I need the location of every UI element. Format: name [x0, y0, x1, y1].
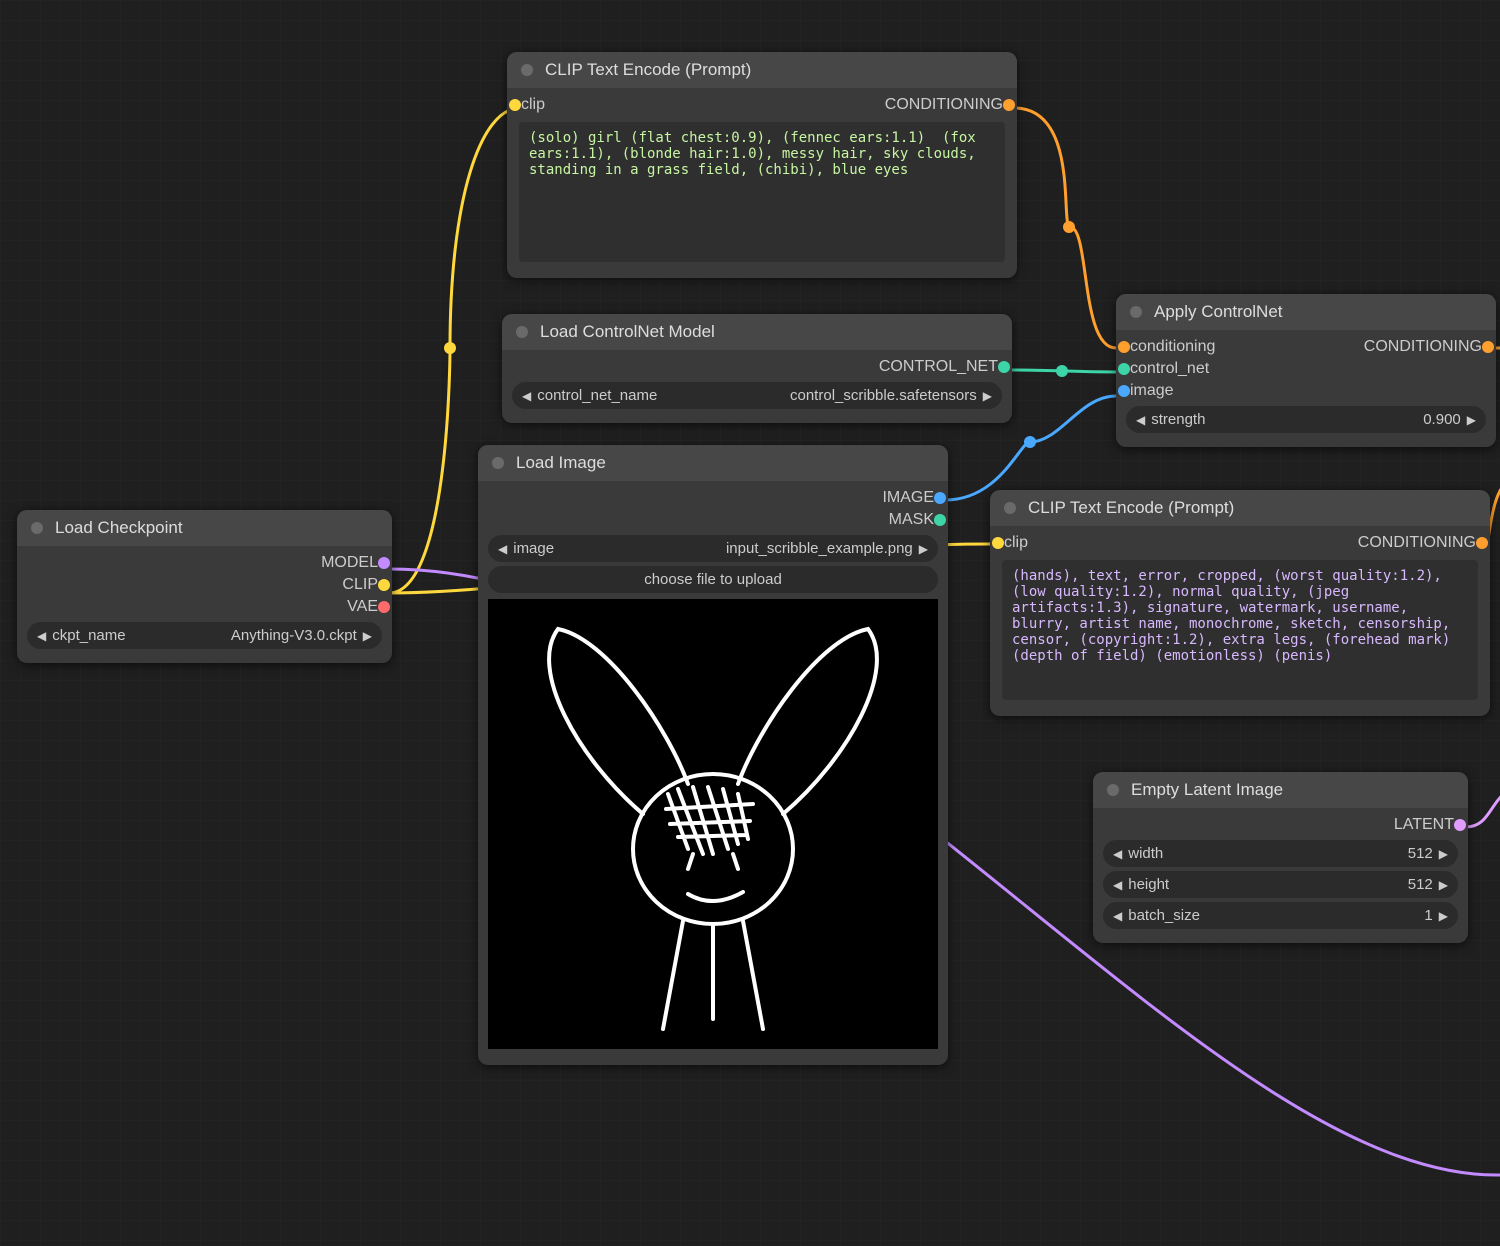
width-widget[interactable]: ◀ width 512 ▶ — [1103, 840, 1458, 867]
collapse-dot-icon[interactable] — [1130, 306, 1142, 318]
scribble-sketch-icon — [488, 599, 938, 1049]
output-mask[interactable]: MASK — [486, 509, 940, 531]
node-title: CLIP Text Encode (Prompt) — [545, 60, 751, 80]
collapse-dot-icon[interactable] — [1004, 502, 1016, 514]
node-load-checkpoint[interactable]: Load Checkpoint MODEL CLIP VAE ◀ ckpt_na… — [17, 510, 392, 663]
node-title: CLIP Text Encode (Prompt) — [1028, 498, 1234, 518]
chevron-left-icon[interactable]: ◀ — [1113, 909, 1122, 923]
node-title: Empty Latent Image — [1131, 780, 1283, 800]
node-empty-latent[interactable]: Empty Latent Image LATENT ◀ width 512 ▶ … — [1093, 772, 1468, 943]
input-image[interactable]: image — [1124, 380, 1488, 402]
chevron-right-icon[interactable]: ▶ — [1467, 413, 1476, 427]
port-vae-icon[interactable] — [378, 601, 390, 613]
chevron-left-icon[interactable]: ◀ — [37, 629, 46, 643]
node-titlebar[interactable]: Apply ControlNet — [1116, 294, 1496, 330]
port-mask-icon[interactable] — [934, 514, 946, 526]
output-conditioning[interactable]: CONDITIONING — [1306, 336, 1488, 358]
node-title: Load Image — [516, 453, 606, 473]
node-titlebar[interactable]: Empty Latent Image — [1093, 772, 1468, 808]
output-image[interactable]: IMAGE — [486, 487, 940, 509]
node-title: Load Checkpoint — [55, 518, 183, 538]
collapse-dot-icon[interactable] — [516, 326, 528, 338]
input-conditioning[interactable]: conditioning — [1124, 336, 1306, 358]
chevron-left-icon[interactable]: ◀ — [1136, 413, 1145, 427]
output-latent[interactable]: LATENT — [1101, 814, 1460, 836]
height-widget[interactable]: ◀ height 512 ▶ — [1103, 871, 1458, 898]
port-conditioning-icon[interactable] — [1003, 99, 1015, 111]
collapse-dot-icon[interactable] — [492, 457, 504, 469]
output-clip[interactable]: CLIP — [25, 574, 384, 596]
node-apply-controlnet[interactable]: Apply ControlNet conditioning CONDITIONI… — [1116, 294, 1496, 447]
port-clip-icon[interactable] — [992, 537, 1004, 549]
chevron-right-icon[interactable]: ▶ — [363, 629, 372, 643]
output-model[interactable]: MODEL — [25, 552, 384, 574]
batch-size-widget[interactable]: ◀ batch_size 1 ▶ — [1103, 902, 1458, 929]
image-name-widget[interactable]: ◀ image input_scribble_example.png ▶ — [488, 535, 938, 562]
output-conditioning[interactable]: CONDITIONING — [1240, 532, 1482, 554]
chevron-right-icon[interactable]: ▶ — [983, 389, 992, 403]
node-title: Load ControlNet Model — [540, 322, 715, 342]
chevron-left-icon[interactable]: ◀ — [1113, 878, 1122, 892]
node-titlebar[interactable]: CLIP Text Encode (Prompt) — [990, 490, 1490, 526]
port-image-icon[interactable] — [1118, 385, 1130, 397]
node-load-image[interactable]: Load Image IMAGE MASK ◀ image input_scri… — [478, 445, 948, 1065]
input-clip[interactable]: clip — [515, 94, 762, 116]
port-conditioning-icon[interactable] — [1476, 537, 1488, 549]
port-model-icon[interactable] — [378, 557, 390, 569]
input-controlnet[interactable]: control_net — [1124, 358, 1488, 380]
chevron-left-icon[interactable]: ◀ — [498, 542, 507, 556]
strength-widget[interactable]: ◀ strength 0.900 ▶ — [1126, 406, 1486, 433]
input-clip[interactable]: clip — [998, 532, 1240, 554]
node-clip-encode-positive[interactable]: CLIP Text Encode (Prompt) clip CONDITION… — [507, 52, 1017, 278]
output-conditioning[interactable]: CONDITIONING — [762, 94, 1009, 116]
node-clip-encode-negative[interactable]: CLIP Text Encode (Prompt) clip CONDITION… — [990, 490, 1490, 716]
collapse-dot-icon[interactable] — [521, 64, 533, 76]
collapse-dot-icon[interactable] — [1107, 784, 1119, 796]
node-title: Apply ControlNet — [1154, 302, 1283, 322]
output-vae[interactable]: VAE — [25, 596, 384, 618]
port-conditioning-icon[interactable] — [1482, 341, 1494, 353]
chevron-right-icon[interactable]: ▶ — [919, 542, 928, 556]
port-controlnet-icon[interactable] — [998, 361, 1010, 373]
chevron-right-icon[interactable]: ▶ — [1439, 878, 1448, 892]
chevron-left-icon[interactable]: ◀ — [522, 389, 531, 403]
upload-button[interactable]: choose file to upload — [488, 566, 938, 593]
port-image-icon[interactable] — [934, 492, 946, 504]
port-clip-icon[interactable] — [378, 579, 390, 591]
port-controlnet-icon[interactable] — [1118, 363, 1130, 375]
collapse-dot-icon[interactable] — [31, 522, 43, 534]
node-load-controlnet[interactable]: Load ControlNet Model CONTROL_NET ◀ cont… — [502, 314, 1012, 423]
chevron-right-icon[interactable]: ▶ — [1439, 909, 1448, 923]
image-preview — [488, 599, 938, 1049]
chevron-right-icon[interactable]: ▶ — [1439, 847, 1448, 861]
controlnet-name-widget[interactable]: ◀ control_net_name control_scribble.safe… — [512, 382, 1002, 409]
port-conditioning-icon[interactable] — [1118, 341, 1130, 353]
node-titlebar[interactable]: Load ControlNet Model — [502, 314, 1012, 350]
ckpt-name-widget[interactable]: ◀ ckpt_name Anything-V3.0.ckpt ▶ — [27, 622, 382, 649]
node-titlebar[interactable]: Load Image — [478, 445, 948, 481]
port-latent-icon[interactable] — [1454, 819, 1466, 831]
chevron-left-icon[interactable]: ◀ — [1113, 847, 1122, 861]
port-clip-icon[interactable] — [509, 99, 521, 111]
prompt-textarea[interactable]: (hands), text, error, cropped, (worst qu… — [1002, 560, 1478, 700]
node-titlebar[interactable]: CLIP Text Encode (Prompt) — [507, 52, 1017, 88]
prompt-textarea[interactable]: (solo) girl (flat chest:0.9), (fennec ea… — [519, 122, 1005, 262]
output-controlnet[interactable]: CONTROL_NET — [510, 356, 1004, 378]
node-titlebar[interactable]: Load Checkpoint — [17, 510, 392, 546]
